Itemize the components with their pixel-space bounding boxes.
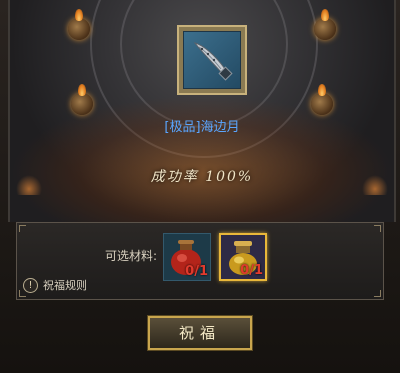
materials-label: 可选材料:	[105, 249, 158, 263]
materials-panel: 可选材料: 0/1 0/1 ! 祝福规则	[16, 222, 384, 300]
bless-rules-label: 祝福规则	[43, 279, 87, 292]
altar-scene: [极品]海边月 成功率 100%	[8, 0, 396, 222]
equipment-slot[interactable]	[177, 25, 247, 95]
material-count: 0/1	[240, 263, 263, 278]
item-name: [极品]海边月	[164, 120, 240, 135]
dagger-icon	[193, 42, 233, 81]
material-slot-red-potion[interactable]: 0/1	[163, 233, 211, 281]
altar-glow	[10, 95, 394, 222]
flame-orb-icon	[314, 9, 336, 40]
bless-button[interactable]: 祝福	[147, 315, 253, 351]
material-slot-gold-potion[interactable]: 0/1	[219, 233, 267, 281]
panel-corner	[374, 225, 381, 232]
panel-corner	[19, 225, 26, 232]
flame-orb-icon	[71, 84, 93, 115]
bless-rules-link[interactable]: ! 祝福规则	[23, 277, 87, 293]
panel-corner	[374, 290, 381, 297]
blessing-window: [极品]海边月 成功率 100% 可选材料: 0/1 0/1 ! 祝福规则 祝福	[0, 0, 400, 373]
flame-orb-icon	[68, 9, 90, 40]
exclamation-icon: !	[23, 277, 38, 293]
success-rate: 成功率 100%	[150, 169, 254, 185]
material-count: 0/1	[185, 264, 208, 279]
flame-orb-icon	[311, 84, 333, 115]
